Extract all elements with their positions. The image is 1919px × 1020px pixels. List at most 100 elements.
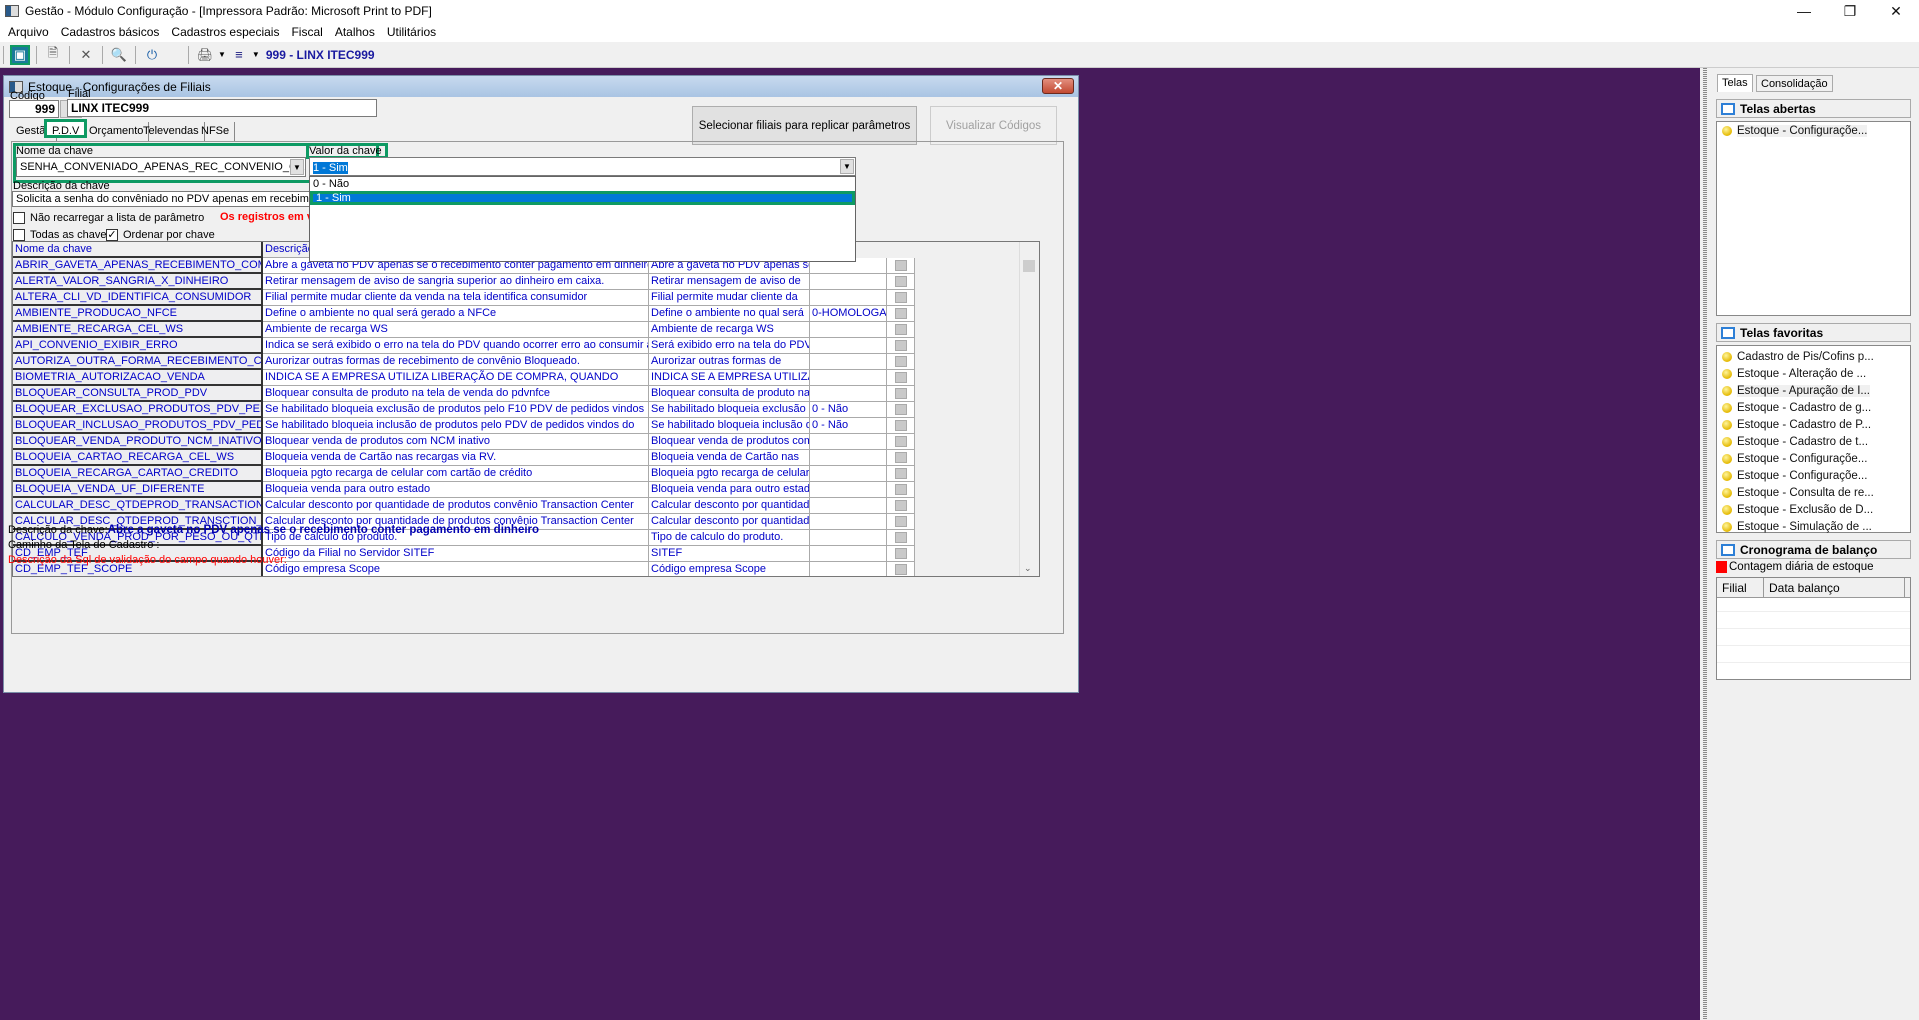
cell-key-name[interactable]: BIOMETRIA_AUTORIZACAO_VENDA (13, 370, 263, 386)
cell-description[interactable]: Filial permite mudar cliente da venda na… (263, 290, 649, 306)
cell-key-name[interactable]: BLOQUEAR_INCLUSAO_PRODUTOS_PDV_PEDIDO_TE… (13, 418, 263, 434)
cell-description[interactable]: Bloqueia venda de Cartão nas recargas vi… (263, 450, 649, 466)
save-icon[interactable]: ▣ (10, 44, 30, 65)
cell-value[interactable]: 0 - Não (810, 418, 887, 434)
tab-pdv[interactable]: P.D.V (44, 119, 88, 138)
cell-description[interactable]: Bloquear venda de produtos com NCM inati… (263, 434, 649, 450)
cell-value[interactable] (810, 498, 887, 514)
table-row[interactable]: BLOQUEIA_VENDA_UF_DIFERENTE Bloqueia vend… (13, 482, 1019, 498)
cell-short-description[interactable]: Se habilitado bloqueia inclusão de (649, 418, 810, 434)
row-checkbox[interactable] (895, 372, 907, 383)
cell-description[interactable]: Indica se será exibido o erro na tela do… (263, 338, 649, 354)
cell-value[interactable] (810, 466, 887, 482)
replicate-button[interactable]: Selecionar filiais para replicar parâmet… (692, 106, 917, 145)
key-desc-input[interactable]: Solicita a senha do convêniado no PDV ap… (12, 191, 322, 207)
option-nao[interactable]: 0 - Não (310, 177, 855, 191)
favorite-item[interactable]: Estoque - Apuração de I... (1717, 382, 1910, 399)
sort-by-key-checkbox[interactable]: ✓ Ordenar por chave (106, 229, 215, 242)
cell-value[interactable] (810, 530, 887, 546)
cell-short-description[interactable]: Ambiente de recarga WS (649, 322, 810, 338)
cell-key-name[interactable]: ALTERA_CLI_VD_IDENTIFICA_CONSUMIDOR (13, 290, 263, 306)
list-dropdown-icon[interactable]: ▼ (252, 50, 260, 59)
row-checkbox[interactable] (895, 516, 907, 527)
cell-description[interactable]: Bloqueia pgto recarga de celular com car… (263, 466, 649, 482)
table-row[interactable]: ALTERA_CLI_VD_IDENTIFICA_CONSUMIDOR Filia… (13, 290, 1019, 306)
splitter[interactable] (1703, 68, 1707, 1020)
checkbox-box[interactable] (13, 212, 25, 225)
table-row[interactable]: ALERTA_VALOR_SANGRIA_X_DINHEIRO Retirar m… (13, 274, 1019, 290)
cell-value[interactable] (810, 546, 887, 562)
menu-fiscal[interactable]: Fiscal (291, 25, 322, 39)
cell-key-name[interactable]: ALERTA_VALOR_SANGRIA_X_DINHEIRO (13, 274, 263, 290)
cell-value[interactable] (810, 274, 887, 290)
cell-description[interactable]: Código empresa Scope (263, 562, 649, 576)
row-checkbox[interactable] (895, 276, 907, 287)
cell-short-description[interactable]: Define o ambiente no qual será (649, 306, 810, 322)
cell-short-description[interactable]: Aurorizar outras formas de (649, 354, 810, 370)
new-document-icon[interactable]: 🗎 (43, 45, 63, 65)
cell-short-description[interactable]: Código empresa Scope (649, 562, 810, 576)
tab-nfse[interactable]: NFSe (196, 122, 236, 141)
print-dropdown-icon[interactable]: ▼ (218, 50, 226, 59)
table-row[interactable]: CALCULAR_DESC_QTDEPROD_TRANSACTION_CENTE… (13, 498, 1019, 514)
cell-key-name[interactable]: AMBIENTE_PRODUCAO_NFCE (13, 306, 263, 322)
row-checkbox[interactable] (895, 404, 907, 415)
cell-value[interactable] (810, 338, 887, 354)
cell-value[interactable] (810, 482, 887, 498)
cell-short-description[interactable]: Calcular desconto por quantidade (649, 514, 810, 530)
table-row[interactable]: BLOQUEAR_CONSULTA_PROD_PDV Bloquear consu… (13, 386, 1019, 402)
cell-key-name[interactable]: AMBIENTE_RECARGA_CEL_WS (13, 322, 263, 338)
scroll-down-icon[interactable]: ⌄ (1024, 563, 1032, 574)
table-row[interactable]: BLOQUEIA_CARTAO_RECARGA_CEL_WS Bloqueia v… (13, 450, 1019, 466)
codigo-input[interactable]: 999 (9, 100, 59, 118)
cell-short-description[interactable]: Bloqueia venda para outro estado (649, 482, 810, 498)
cell-value[interactable]: 0-HOMOLOGAÇÃO (810, 306, 887, 322)
power-icon[interactable]: ⏻ (142, 45, 162, 65)
cell-value[interactable] (810, 450, 887, 466)
filial-input[interactable]: LINX ITEC999 (67, 99, 377, 117)
menu-utilitarios[interactable]: Utilitários (387, 25, 436, 39)
row-checkbox[interactable] (895, 484, 907, 495)
minimize-button[interactable]: — (1781, 0, 1827, 22)
row-checkbox[interactable] (895, 548, 907, 559)
table-row[interactable]: BIOMETRIA_AUTORIZACAO_VENDA INDICA SE A E… (13, 370, 1019, 386)
menu-arquivo[interactable]: Arquivo (8, 25, 49, 39)
cell-value[interactable] (810, 370, 887, 386)
menu-atalhos[interactable]: Atalhos (335, 25, 375, 39)
table-row[interactable]: API_CONVENIO_EXIBIR_ERRO Indica se será e… (13, 338, 1019, 354)
table-row[interactable]: BLOQUEIA_RECARGA_CARTAO_CREDITO Bloqueia … (13, 466, 1019, 482)
cell-value[interactable] (810, 514, 887, 530)
row-checkbox[interactable] (895, 308, 907, 319)
cell-key-name[interactable]: BLOQUEIA_RECARGA_CARTAO_CREDITO (13, 466, 263, 482)
cell-description[interactable]: Se habilitado bloqueia inclusão de produ… (263, 418, 649, 434)
favorite-item[interactable]: Estoque - Exclusão de D... (1717, 501, 1910, 518)
favorite-item[interactable]: Estoque - Cadastro de t... (1717, 433, 1910, 450)
cell-short-description[interactable]: Será exibido erro na tela do PDV (649, 338, 810, 354)
list-icon[interactable]: ≡ (229, 45, 249, 65)
row-checkbox[interactable] (895, 292, 907, 303)
grid-scrollbar[interactable]: ⌄ (1019, 242, 1039, 576)
favorite-item[interactable]: Estoque - Simulação de ... (1717, 518, 1910, 535)
open-screen-item[interactable]: Estoque - Configuraçõe... (1717, 122, 1910, 139)
table-row[interactable]: BLOQUEAR_VENDA_PRODUTO_NCM_INATIVO Bloque… (13, 434, 1019, 450)
cell-description[interactable]: Bloquear consulta de produto na tela de … (263, 386, 649, 402)
checkbox-box[interactable] (13, 229, 25, 242)
cell-key-name[interactable]: BLOQUEAR_VENDA_PRODUTO_NCM_INATIVO (13, 434, 263, 450)
cell-short-description[interactable]: Bloquear consulta de produto na (649, 386, 810, 402)
cell-value[interactable] (810, 434, 887, 450)
cell-value[interactable] (810, 354, 887, 370)
row-checkbox[interactable] (895, 564, 907, 575)
cell-value[interactable] (810, 386, 887, 402)
cell-key-name[interactable]: BLOQUEIA_VENDA_UF_DIFERENTE (13, 482, 263, 498)
tab-televendas[interactable]: Televendas (138, 122, 205, 141)
table-row[interactable]: BLOQUEAR_INCLUSAO_PRODUTOS_PDV_PEDIDO_TE… (13, 418, 1019, 434)
table-row[interactable]: AUTORIZA_OUTRA_FORMA_RECEBIMENTO_CONV_BL… (13, 354, 1019, 370)
favorite-item[interactable]: Estoque - Cadastro de g... (1717, 399, 1910, 416)
cell-value[interactable]: 0 - Não (810, 402, 887, 418)
search-icon[interactable]: 🔍 (109, 45, 129, 65)
delete-icon[interactable]: ✕ (76, 45, 96, 65)
menu-cadastros-especiais[interactable]: Cadastros especiais (171, 25, 279, 39)
favorite-item[interactable]: Estoque - Configuraçõe... (1717, 467, 1910, 484)
cell-key-name[interactable]: BLOQUEAR_CONSULTA_PROD_PDV (13, 386, 263, 402)
cell-short-description[interactable]: Bloqueia venda de Cartão nas (649, 450, 810, 466)
